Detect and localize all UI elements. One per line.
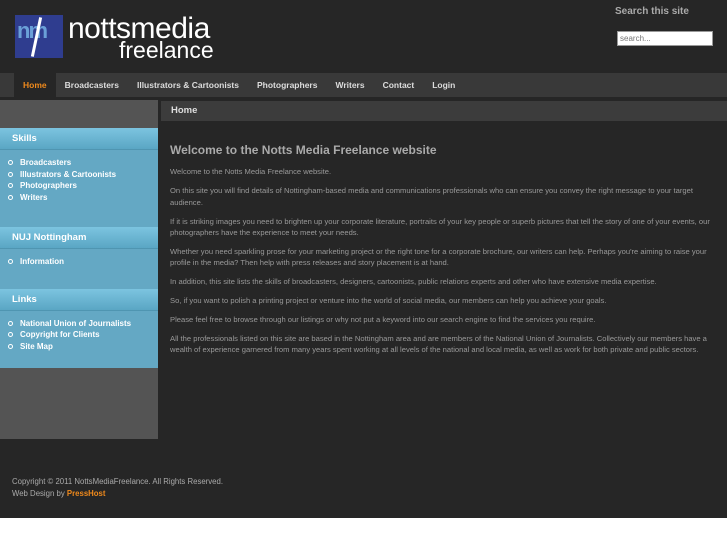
sidebar-heading: Links	[0, 288, 158, 311]
nav-contact[interactable]: Contact	[374, 73, 424, 97]
paragraph: So, if you want to polish a printing pro…	[170, 296, 607, 306]
paragraph: Welcome to the Notts Media Freelance web…	[170, 167, 332, 177]
footer: Copyright © 2011 NottsMediaFreelance. Al…	[12, 476, 223, 499]
sidebar-heading: Skills	[0, 128, 158, 150]
copyright: Copyright © 2011 NottsMediaFreelance. Al…	[12, 477, 224, 486]
paragraph: On this site you will find details of No…	[170, 186, 693, 207]
sidebar-link[interactable]: Copyright for Clients	[8, 329, 158, 341]
nav-writers[interactable]: Writers	[326, 73, 373, 97]
paragraph: If it is striking images you need to bri…	[170, 216, 710, 238]
nav-illustrators-cartoonists[interactable]: Illustrators & Cartoonists	[128, 73, 248, 97]
logo-mark: nm	[17, 18, 48, 43]
paragraph: Whether you need sparkling prose for you…	[170, 246, 707, 268]
paragraph: In addition, this site lists the skills …	[170, 277, 657, 287]
page: nm nottsmedia freelance Search this site…	[0, 0, 727, 518]
sidebar-panel: Skills Broadcasters Illustrators & Cartoon…	[0, 128, 158, 368]
nav-home[interactable]: Home	[14, 73, 56, 97]
nav-login[interactable]: Login	[423, 73, 464, 97]
logo-icon[interactable]: nm	[15, 15, 63, 58]
main-nav: Home Broadcasters Illustrators & Cartoonis…	[0, 73, 727, 97]
search-input[interactable]	[617, 31, 713, 46]
nav-broadcasters[interactable]: Broadcasters	[56, 73, 128, 97]
main-content: Welcome to the Notts Media Freelance web…	[170, 143, 720, 363]
sidebar: Skills Broadcasters Illustrators & Cartoon…	[0, 100, 158, 439]
sidebar-link[interactable]: Site Map	[8, 341, 158, 353]
brand-subtitle: freelance	[119, 37, 214, 63]
presshost-link[interactable]: PressHost	[67, 489, 106, 498]
sidebar-link[interactable]: Photographers	[8, 180, 158, 192]
paragraph: All the professionals listed on this sit…	[170, 333, 707, 355]
sidebar-list: Broadcasters Illustrators & Cartoonists Ph…	[0, 150, 158, 203]
sidebar-link[interactable]: Illustrators & Cartoonists	[8, 169, 158, 181]
sidebar-link[interactable]: National Union of Journalists	[8, 318, 158, 330]
sidebar-list: National Union of Journalists Copyright f…	[0, 311, 158, 353]
page-title: Welcome to the Notts Media Freelance web…	[170, 143, 437, 157]
breadcrumb: Home	[161, 101, 727, 121]
sidebar-link[interactable]: Writers	[8, 192, 158, 204]
sidebar-link[interactable]: Broadcasters	[8, 157, 158, 169]
search-label: Search this site	[615, 6, 689, 17]
paragraph: Please feel free to browse through our l…	[170, 315, 596, 325]
sidebar-link[interactable]: Information	[8, 256, 158, 268]
sidebar-heading: NUJ Nottingham	[0, 227, 158, 249]
design-prefix: Web Design by	[12, 488, 65, 498]
sidebar-list: Information	[0, 249, 158, 268]
nav-photographers[interactable]: Photographers	[248, 73, 326, 97]
